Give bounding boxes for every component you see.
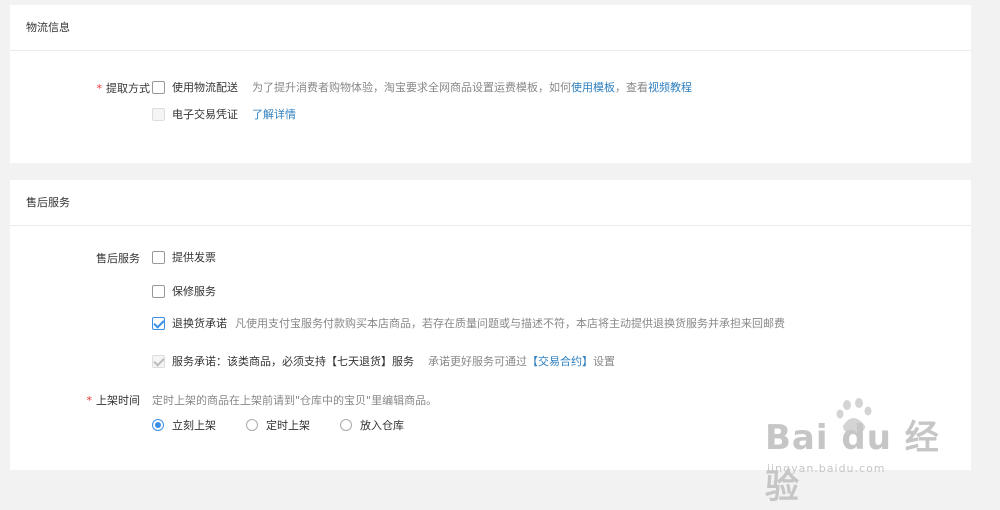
service-commitment-desc: 承诺更好服务可通过【交易合约】设置 xyxy=(428,355,615,368)
radio-list-now-control[interactable] xyxy=(152,419,164,431)
checkmark-icon xyxy=(153,354,165,367)
required-mark: * xyxy=(96,82,103,95)
e-voucher-row: 电子交易凭证 了解详情 xyxy=(152,106,296,122)
service-commitment-label: 服务承诺：该类商品，必须支持【七天退货】服务 xyxy=(172,355,414,368)
trade-contract-link[interactable]: 【交易合约】 xyxy=(527,355,593,368)
radio-scheduled-label[interactable]: 定时上架 xyxy=(266,417,310,433)
return-promise-checkbox[interactable] xyxy=(152,316,165,330)
return-promise-desc: 凡使用支付宝服务付款购买本店商品，若存在质量问题或与描述不符，本店将主动提供退换… xyxy=(235,317,785,330)
logistics-delivery-desc: 为了提升消费者购物体验，淘宝要求全网商品设置运费模板，如何使用模板，查看视频教程 xyxy=(252,81,692,94)
listing-radio-group: 立刻上架 定时上架 放入仓库 xyxy=(152,417,434,433)
return-promise-row: 退换货承诺 凡使用支付宝服务付款购买本店商品，若存在质量问题或与描述不符，本店将… xyxy=(152,315,785,331)
logistics-panel-title: 物流信息 xyxy=(10,5,971,51)
use-template-link[interactable]: 使用模板 xyxy=(571,81,615,94)
e-voucher-checkbox[interactable] xyxy=(152,107,165,121)
invoice-checkbox[interactable] xyxy=(152,250,165,264)
required-mark: * xyxy=(86,394,93,407)
warranty-row: 保修服务 xyxy=(152,283,216,299)
watermark-url: jingyan.baidu.com xyxy=(767,462,886,475)
radio-list-now[interactable]: 立刻上架 xyxy=(152,417,216,433)
pickup-method-label: * 提取方式 xyxy=(96,82,151,95)
radio-scheduled-control[interactable] xyxy=(246,419,258,431)
listing-time-label: * 上架时间 xyxy=(86,394,141,407)
warranty-checkbox[interactable] xyxy=(152,284,165,298)
radio-scheduled[interactable]: 定时上架 xyxy=(246,417,310,433)
logistics-panel: 物流信息 * 提取方式 使用物流配送 为了提升消费者购物体验，淘宝要求全网商品设置… xyxy=(10,5,971,163)
return-promise-label[interactable]: 退换货承诺 xyxy=(172,315,227,331)
video-tutorial-link[interactable]: 视频教程 xyxy=(648,81,692,94)
e-voucher-label: 电子交易凭证 xyxy=(172,108,238,121)
checkmark-icon xyxy=(153,316,165,329)
invoice-row: 提供发票 xyxy=(152,249,216,265)
after-sales-service-label: 售后服务 xyxy=(96,252,140,265)
after-sales-panel-title: 售后服务 xyxy=(10,180,971,226)
radio-list-now-label[interactable]: 立刻上架 xyxy=(172,417,216,433)
listing-hint: 定时上架的商品在上架前请到"仓库中的宝贝"里编辑商品。 xyxy=(152,394,438,407)
logistics-delivery-label[interactable]: 使用物流配送 xyxy=(172,79,238,95)
radio-warehouse-control[interactable] xyxy=(340,419,352,431)
service-commitment-checkbox xyxy=(152,354,165,368)
watermark-brand: Bai du 经验 xyxy=(765,418,940,507)
logistics-delivery-checkbox[interactable] xyxy=(152,80,165,94)
learn-more-link[interactable]: 了解详情 xyxy=(252,106,296,122)
invoice-label[interactable]: 提供发票 xyxy=(172,249,216,265)
radio-warehouse-label[interactable]: 放入仓库 xyxy=(360,417,404,433)
warranty-label[interactable]: 保修服务 xyxy=(172,283,216,299)
service-commitment-row: 服务承诺：该类商品，必须支持【七天退货】服务 承诺更好服务可通过【交易合约】设置 xyxy=(152,353,615,369)
radio-warehouse[interactable]: 放入仓库 xyxy=(340,417,404,433)
logistics-delivery-row: 使用物流配送 为了提升消费者购物体验，淘宝要求全网商品设置运费模板，如何使用模板… xyxy=(152,79,692,95)
baidu-jingyan-watermark: Bai du 经验 jingyan.baidu.com xyxy=(765,396,955,507)
